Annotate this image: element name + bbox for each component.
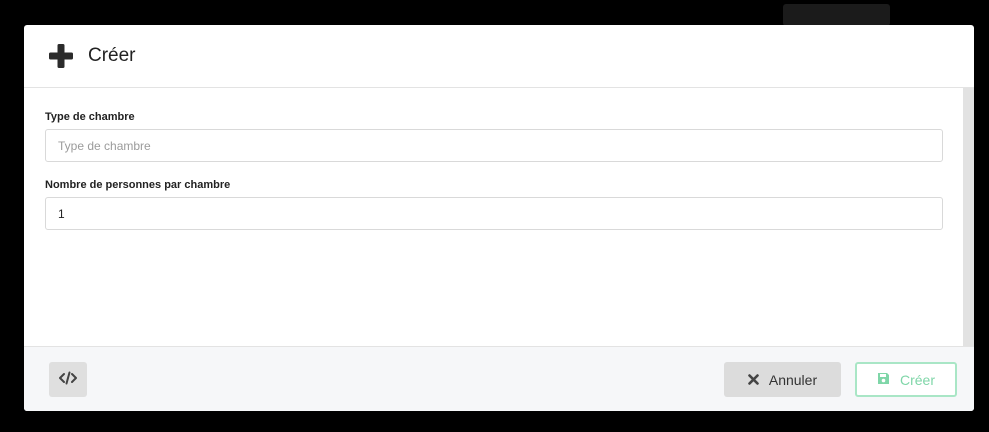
code-button[interactable] bbox=[49, 362, 87, 397]
plus-icon bbox=[48, 43, 74, 69]
persons-per-room-input[interactable] bbox=[45, 197, 943, 230]
modal-footer: Annuler Créer bbox=[24, 346, 974, 411]
cancel-button[interactable]: Annuler bbox=[724, 362, 841, 397]
create-label: Créer bbox=[899, 371, 935, 388]
scrollbar[interactable] bbox=[963, 88, 974, 346]
code-icon bbox=[59, 371, 77, 388]
modal-header: Créer bbox=[24, 25, 974, 88]
create-modal: Créer Type de chambre Nombre de personne… bbox=[24, 25, 974, 411]
background-button bbox=[783, 4, 890, 26]
modal-body: Type de chambre Nombre de personnes par … bbox=[24, 88, 974, 346]
times-icon bbox=[748, 372, 759, 388]
create-button[interactable]: Créer bbox=[855, 362, 957, 397]
save-icon bbox=[877, 372, 890, 388]
room-type-input[interactable] bbox=[45, 129, 943, 162]
persons-per-room-label: Nombre de personnes par chambre bbox=[45, 179, 231, 191]
room-type-label: Type de chambre bbox=[45, 111, 135, 123]
modal-title: Créer bbox=[88, 45, 136, 66]
cancel-label: Annuler bbox=[768, 371, 818, 388]
